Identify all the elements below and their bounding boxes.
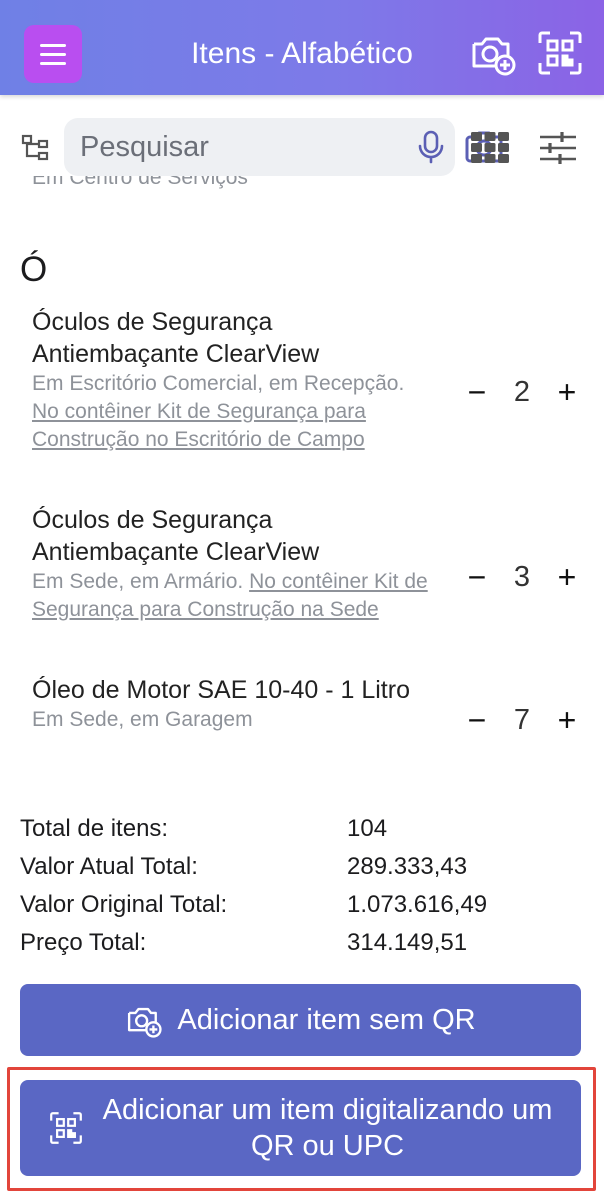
quantity-value: 3 <box>513 560 531 593</box>
quantity-value: 2 <box>513 375 531 408</box>
increment-button[interactable]: + <box>552 700 582 740</box>
items-list: Em Centro de Serviços Ó Óculos de Segura… <box>0 176 604 1198</box>
button-label: Adicionar um item digitalizando um QR ou… <box>102 1094 553 1162</box>
add-photo-icon[interactable] <box>470 30 516 76</box>
quantity-stepper: − 2 + <box>462 372 582 412</box>
total-row: Total de itens: 104 <box>20 810 580 848</box>
grid-view-icon[interactable] <box>470 130 510 164</box>
decrement-button[interactable]: − <box>462 557 492 597</box>
total-row: Preço Total: 314.149,51 <box>20 924 580 962</box>
section-header: Ó <box>20 250 48 289</box>
item-name: Óculos de Segurança Antiembaçante ClearV… <box>32 308 320 368</box>
quantity-value: 7 <box>513 703 531 736</box>
total-row: Valor Atual Total: 289.333,43 <box>20 848 580 886</box>
microphone-icon[interactable] <box>414 130 448 164</box>
hierarchy-icon[interactable] <box>20 132 52 164</box>
total-value: 314.149,51 <box>347 929 468 956</box>
decrement-button[interactable]: − <box>462 700 492 740</box>
item-location: Em Sede, em Armário. No contêiner Kit de… <box>32 568 432 624</box>
location-text: Em Escritório Comercial, em Recepção. <box>32 372 405 395</box>
add-item-by-scanning-button[interactable]: Adicionar um item digitalizando um QR ou… <box>20 1080 581 1176</box>
app-header: Itens - Alfabético <box>0 0 604 95</box>
filter-settings-icon[interactable] <box>538 130 578 166</box>
decrement-button[interactable]: − <box>462 372 492 412</box>
item-location: Em Sede, em Garagem <box>32 708 253 731</box>
search-box <box>64 118 503 176</box>
total-label: Preço Total: <box>20 929 147 956</box>
quantity-stepper: − 3 + <box>462 557 582 597</box>
item-location: Em Escritório Comercial, em Recepção. No… <box>32 370 432 454</box>
button-label: Adicionar item sem QR <box>177 1003 476 1036</box>
total-row: Valor Original Total: 1.073.616,49 <box>20 886 580 924</box>
container-link[interactable]: No contêiner Kit de Segurança para Const… <box>32 400 366 451</box>
add-photo-icon <box>128 1007 163 1038</box>
total-value: 1.073.616,49 <box>347 891 488 918</box>
list-item[interactable]: Óculos de Segurança Antiembaçante ClearV… <box>32 306 582 454</box>
increment-button[interactable]: + <box>552 372 582 412</box>
location-text: Em Sede, em Armário. <box>32 570 244 593</box>
qr-scan-icon[interactable] <box>537 30 583 76</box>
add-item-without-qr-button[interactable]: Adicionar item sem QR <box>20 984 581 1056</box>
item-name: Óleo de Motor SAE 10-40 - 1 Litro <box>32 676 410 704</box>
total-value: 104 <box>347 815 388 842</box>
total-label: Total de itens: <box>20 815 169 842</box>
list-item[interactable]: Óculos de Segurança Antiembaçante ClearV… <box>32 504 582 624</box>
increment-button[interactable]: + <box>552 557 582 597</box>
item-location: Em Centro de Serviços <box>32 176 248 189</box>
total-value: 289.333,43 <box>347 853 468 880</box>
total-label: Valor Atual Total: <box>20 853 198 880</box>
totals-summary: Total de itens: 104 Valor Atual Total: 2… <box>20 810 580 962</box>
list-item[interactable]: Óleo de Motor SAE 10-40 - 1 Litro Em Sed… <box>32 674 582 738</box>
quantity-stepper: − 7 + <box>462 700 582 740</box>
total-label: Valor Original Total: <box>20 891 228 918</box>
qr-scan-icon <box>49 1112 82 1144</box>
item-name: Óculos de Segurança Antiembaçante ClearV… <box>32 506 320 566</box>
search-input[interactable] <box>80 128 350 166</box>
search-toolbar <box>0 118 604 176</box>
